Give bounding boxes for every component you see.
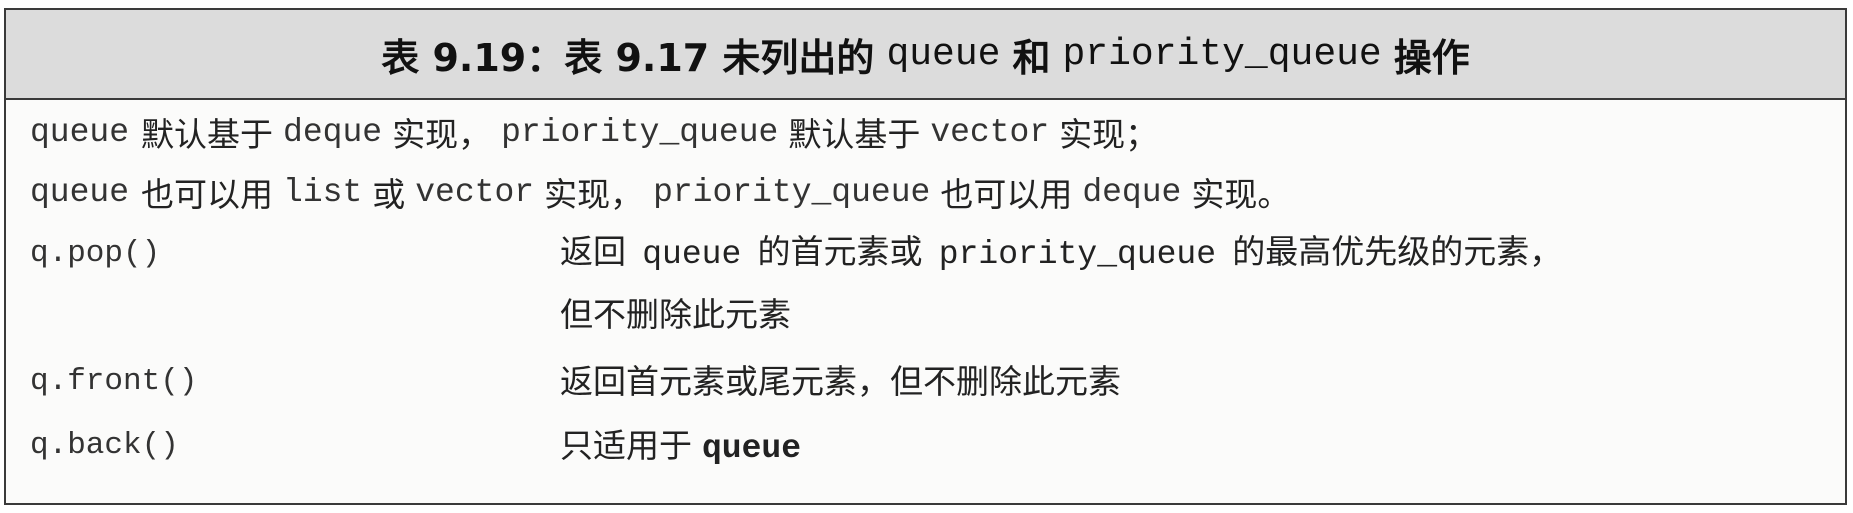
note-text: queue (30, 113, 130, 151)
note-text: 实现。 (1191, 175, 1291, 214)
table-row: q.pop() 返回 queue 的首元素或 priority_queue 的最… (30, 222, 1845, 352)
title-code-queue: queue (886, 32, 1001, 76)
title-mid: 和 (1012, 35, 1051, 80)
operation-description: 返回 queue 的首元素或 priority_queue 的最高优先级的元素，… (560, 222, 1562, 352)
note-text: list (283, 173, 363, 211)
desc-text: 的最高优先级的元素， (1232, 232, 1563, 271)
note-text: vector (415, 173, 535, 211)
operation-name: q.front() (30, 364, 198, 399)
operation-description: 返回首元素或尾元素，但不删除此元素 (560, 352, 1121, 416)
table-body: queue 默认基于 deque 实现， priority_queue 默认基于… (6, 102, 1845, 476)
operation-name: q.pop() (30, 236, 161, 271)
desc-text: 但不删除此元素 (560, 295, 791, 334)
table-row: q.front() 返回首元素或尾元素，但不删除此元素 (30, 352, 1845, 416)
note-text: 实现， (392, 115, 492, 154)
desc-text: 只适用于 (560, 426, 692, 465)
operations-table: 表 9.19：表 9.17 未列出的 queue 和 priority_queu… (4, 8, 1847, 505)
operation-description: 只适用于 queue (560, 416, 801, 476)
title-prefix: 表 9.19：表 9.17 未列出的 (381, 35, 875, 80)
title-suffix: 操作 (1393, 35, 1470, 80)
desc-text: 的首元素或 (757, 232, 923, 271)
note-row-1: queue 默认基于 deque 实现， priority_queue 默认基于… (30, 102, 1845, 162)
title-code-priority-queue: priority_queue (1062, 32, 1382, 76)
operation-name: q.back() (30, 428, 179, 463)
desc-text: 返回首元素或尾元素，但不删除此元素 (560, 362, 1121, 401)
note-text: 或 (372, 175, 406, 214)
note-text: 默认基于 (788, 115, 921, 154)
note-text: priority_queue (501, 113, 779, 151)
note-text: vector (930, 113, 1050, 151)
note-text: deque (1082, 173, 1182, 211)
table-title: 表 9.19：表 9.17 未列出的 queue 和 priority_queu… (6, 10, 1845, 100)
note-text: 也可以用 (141, 175, 274, 214)
table-row: q.back() 只适用于 queue (30, 416, 1845, 476)
note-text: 默认基于 (141, 115, 274, 154)
note-text: 实现； (1059, 115, 1159, 154)
note-text: priority_queue (653, 173, 931, 211)
note-text: queue (30, 173, 130, 211)
note-text: deque (283, 113, 383, 151)
desc-code: queue (702, 430, 802, 467)
desc-code: priority_queue (938, 236, 1217, 273)
note-text: 实现， (544, 175, 644, 214)
note-row-2: queue 也可以用 list 或 vector 实现， priority_qu… (30, 162, 1845, 222)
desc-text: 返回 (560, 232, 626, 271)
note-text: 也可以用 (940, 175, 1073, 214)
desc-code: queue (642, 236, 742, 273)
